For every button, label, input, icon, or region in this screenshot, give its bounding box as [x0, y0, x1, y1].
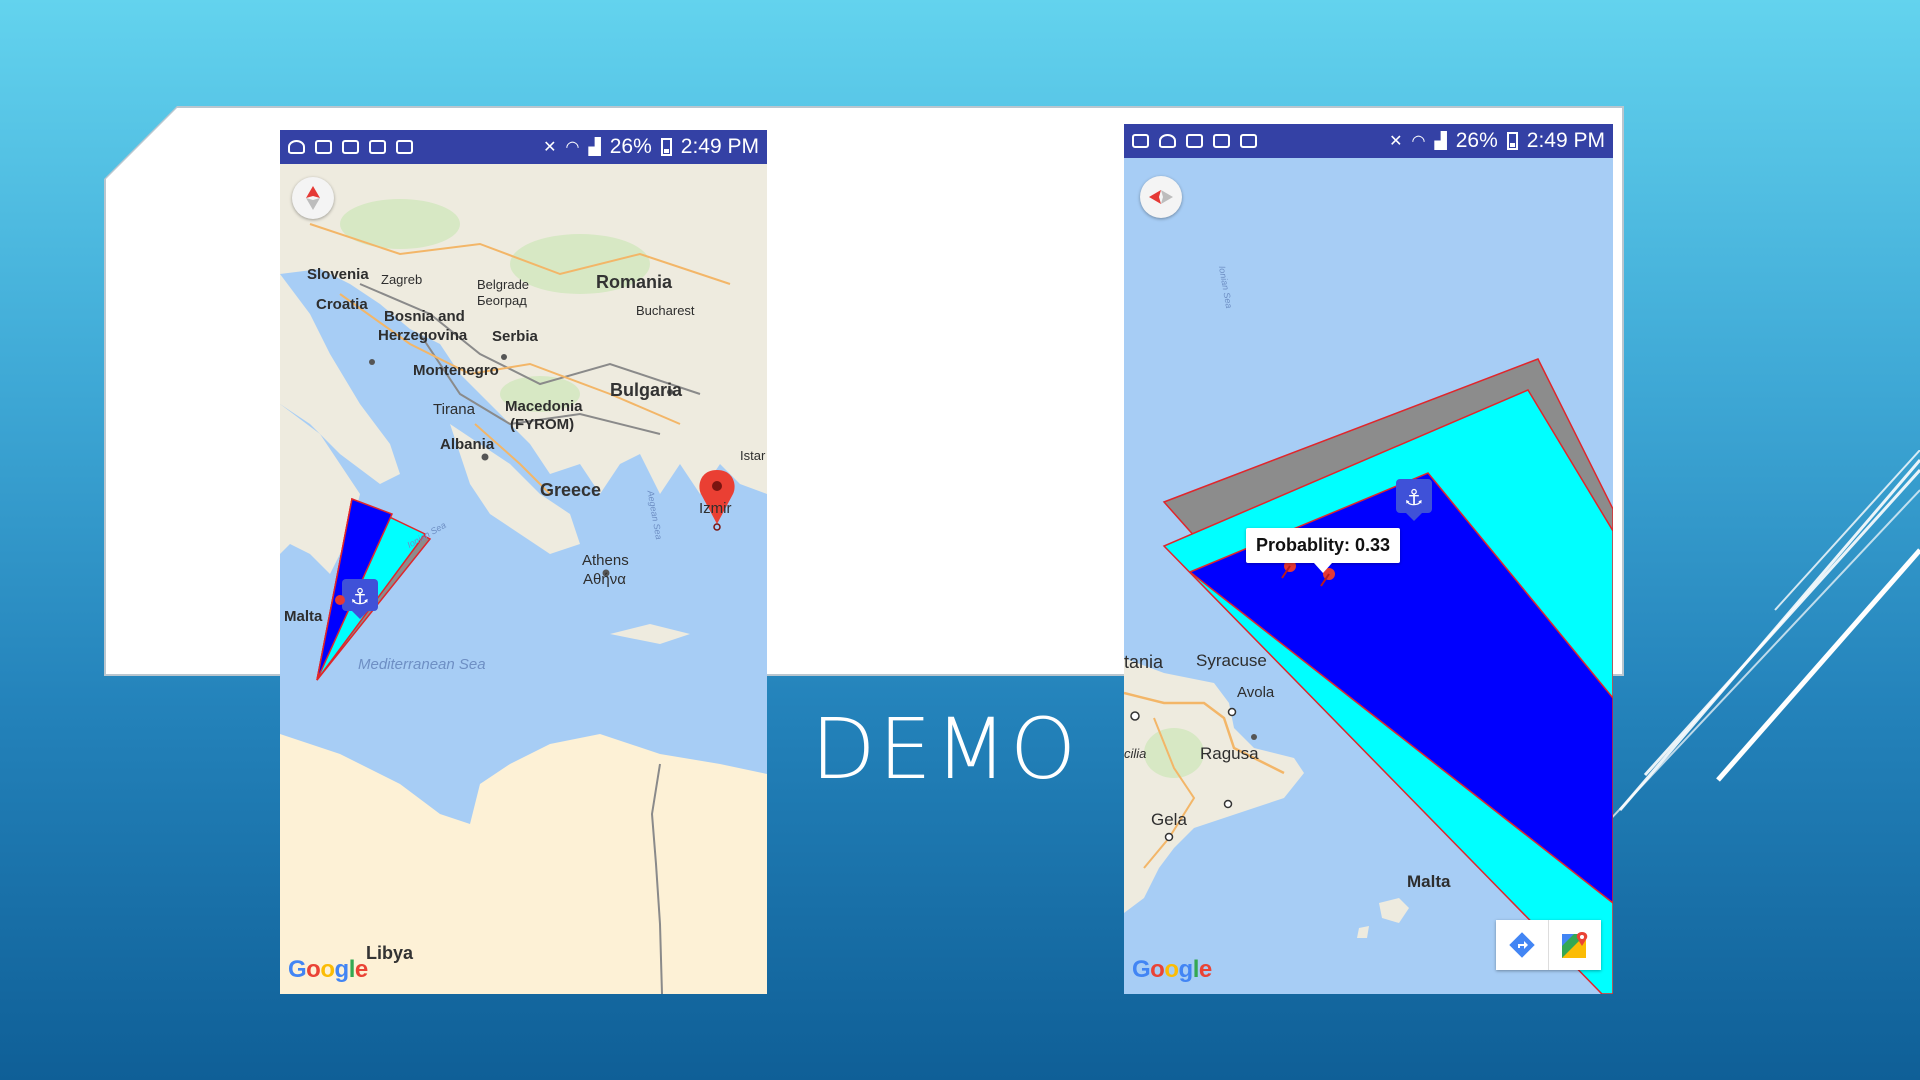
compass-icon[interactable]: [1140, 176, 1182, 218]
label-ragusa: Ragusa: [1200, 744, 1259, 763]
image-icon: [1132, 134, 1149, 148]
signal-icon: ▟: [1434, 133, 1447, 150]
label-romania: Romania: [596, 272, 673, 292]
label-macedonia: Macedonia: [505, 398, 583, 415]
map-toolbar: [1496, 920, 1601, 970]
label-libya: Libya: [366, 943, 414, 963]
wifi-icon: ◠: [1411, 133, 1426, 150]
label-greece: Greece: [540, 480, 602, 500]
svg-text:⚓: ⚓: [350, 585, 370, 610]
map-canvas[interactable]: ⚓: [1124, 158, 1613, 994]
label-sicilia: cilia: [1124, 746, 1147, 761]
battery-percent: 26%: [1455, 129, 1498, 152]
label-belgrade-cyr: Београд: [477, 293, 527, 308]
status-bar: ✕ ◠ ▟ 26% 2:49 PM: [280, 130, 767, 164]
label-bucharest: Bucharest: [636, 303, 695, 318]
label-belgrade: Belgrade: [477, 277, 530, 292]
label-syracuse: Syracuse: [1196, 651, 1267, 670]
google-maps-icon: [1562, 932, 1588, 958]
red-pushpin-icon[interactable]: [335, 595, 345, 605]
wifi-icon: ◠: [565, 139, 580, 156]
label-bulgaria: Bulgaria: [610, 380, 683, 400]
label-avola: Avola: [1237, 684, 1275, 701]
label-albania: Albania: [440, 436, 495, 453]
label-bosnia: Bosnia and: [384, 308, 465, 325]
mail-icon: [1186, 134, 1203, 148]
shield-icon: [1159, 134, 1176, 148]
probability-tooltip: Probablity: 0.33: [1246, 528, 1401, 573]
label-montenegro: Montenegro: [413, 362, 499, 379]
label-tirana: Tirana: [433, 401, 475, 418]
label-zagreb: Zagreb: [381, 272, 423, 287]
clipboard-icon: [1213, 134, 1230, 148]
image-icon: [342, 140, 359, 154]
label-slovenia: Slovenia: [307, 266, 369, 283]
battery-percent: 26%: [609, 135, 652, 158]
status-bar: ✕ ◠ ▟ 26% 2:49 PM: [1124, 124, 1613, 158]
label-mediterranean: Mediterranean Sea: [358, 656, 486, 673]
label-serbia: Serbia: [492, 328, 538, 345]
label-croatia: Croatia: [316, 296, 368, 313]
directions-button[interactable]: [1496, 920, 1548, 970]
mute-icon: ✕: [543, 139, 557, 156]
label-fyrom: (FYROM): [510, 416, 575, 433]
label-athens-greek: Αθήνα: [583, 571, 626, 588]
clipboard-icon: [369, 140, 386, 154]
mail-icon: [315, 140, 332, 154]
clock: 2:49 PM: [1526, 129, 1605, 152]
mute-icon: ✕: [1389, 133, 1403, 150]
battery-icon: [1506, 132, 1518, 150]
label-gela: Gela: [1151, 810, 1187, 829]
google-logo: Google: [1132, 956, 1212, 983]
label-malta: Malta: [284, 608, 323, 625]
label-izmir: Izmir: [699, 500, 732, 517]
label-herzegovina: Herzegovina: [378, 327, 468, 344]
clock: 2:49 PM: [680, 135, 759, 158]
svg-text:⚓: ⚓: [1404, 486, 1424, 511]
compass-icon[interactable]: [292, 177, 334, 219]
voicemail-icon: [396, 140, 413, 154]
label-catania: tania: [1124, 652, 1164, 672]
phone-screenshot-left: ✕ ◠ ▟ 26% 2:49 PM ⚓ Slovenia Zagreb Croa…: [280, 130, 767, 994]
open-google-maps-button[interactable]: [1548, 920, 1601, 970]
label-athens: Athens: [582, 552, 629, 569]
phone-screenshot-right: ✕ ◠ ▟ 26% 2:49 PM ⚓ Probablity: 0.33 Ion…: [1124, 124, 1613, 994]
label-istanbul: Istar: [740, 448, 766, 463]
google-logo: Google: [288, 956, 368, 983]
signal-icon: ▟: [588, 139, 601, 156]
directions-icon: [1509, 932, 1535, 958]
decorative-lines: [1604, 450, 1920, 826]
label-malta: Malta: [1407, 872, 1451, 891]
battery-icon: [660, 138, 672, 156]
slide-title: DEMO: [810, 700, 1080, 798]
voicemail-icon: [1240, 134, 1257, 148]
shield-icon: [288, 140, 305, 154]
